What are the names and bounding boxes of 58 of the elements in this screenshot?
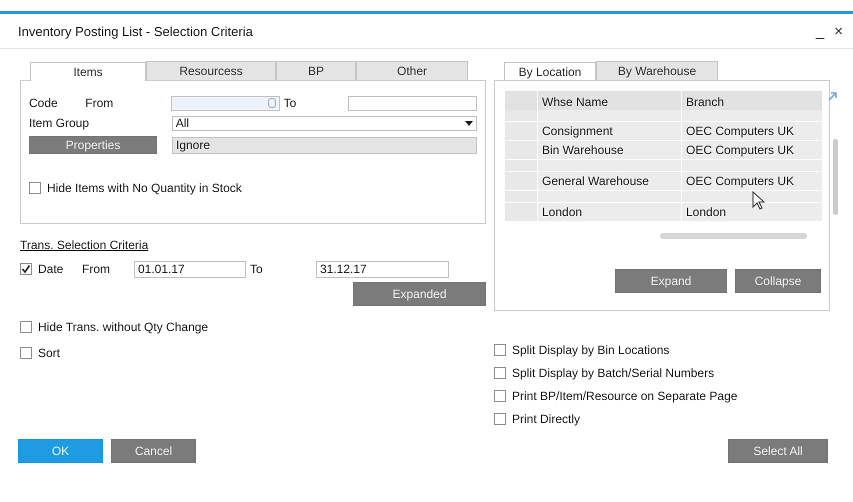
checkbox[interactable] bbox=[20, 321, 32, 333]
checkbox-label: Split Display by Batch/Serial Numbers bbox=[512, 366, 714, 380]
field-label: From bbox=[82, 262, 111, 276]
table-cell: London bbox=[682, 203, 822, 221]
select-all-button[interactable]: Select All bbox=[728, 439, 828, 463]
scrollbar[interactable] bbox=[833, 139, 838, 215]
table-cell: OEC Computers UK bbox=[682, 141, 822, 159]
tab[interactable]: By Warehouse bbox=[596, 61, 718, 80]
table-cell: OEC Computers UK bbox=[682, 122, 822, 140]
checkbox[interactable] bbox=[494, 390, 506, 402]
table-cell: Consignment bbox=[538, 122, 681, 140]
field-label: To bbox=[249, 262, 264, 276]
expand-arrow-icon[interactable] bbox=[827, 91, 838, 102]
checkbox-label: Sort bbox=[38, 346, 60, 360]
checkbox-label: Hide Trans. without Qty Change bbox=[38, 320, 208, 334]
tab[interactable]: Items bbox=[30, 62, 146, 81]
close-button[interactable]: × bbox=[834, 22, 843, 40]
field-label: Code bbox=[29, 96, 59, 110]
tab[interactable]: Other bbox=[356, 61, 468, 80]
tab[interactable]: By Location bbox=[504, 62, 596, 81]
input-field[interactable]: 31.12.17 bbox=[316, 260, 449, 278]
table-cell: OEC Computers UK bbox=[682, 172, 822, 190]
input-field[interactable] bbox=[170, 96, 280, 110]
checkbox-label: Split Display by Bin Locations bbox=[512, 343, 670, 357]
checkbox[interactable] bbox=[494, 344, 506, 356]
field-label: To bbox=[282, 96, 298, 110]
scrollbar[interactable] bbox=[660, 233, 807, 239]
window-title: Inventory Posting List - Selection Criteria bbox=[18, 24, 254, 38]
tab[interactable]: BP bbox=[276, 61, 356, 80]
section-heading: Trans. Selection Criteria bbox=[20, 238, 148, 252]
checkbox-label: Print Directly bbox=[512, 412, 580, 426]
minimize-button[interactable]: _ bbox=[816, 22, 824, 40]
field-label: Item Group bbox=[29, 116, 90, 130]
cursor-icon bbox=[752, 191, 765, 210]
checkbox[interactable] bbox=[20, 347, 32, 359]
checkbox-label: Date bbox=[38, 262, 64, 276]
checkbox-label: Hide Items with No Quantity in Stock bbox=[47, 181, 242, 195]
expand-button[interactable]: Expand bbox=[615, 269, 727, 293]
expanded-button[interactable]: Expanded bbox=[353, 282, 486, 306]
collapse-button[interactable]: Collapse bbox=[735, 269, 821, 293]
table-cell: London bbox=[538, 203, 681, 221]
table-cell bbox=[505, 110, 537, 121]
checkbox[interactable] bbox=[29, 182, 41, 194]
checkbox[interactable] bbox=[494, 367, 506, 379]
table-cell: General Warehouse bbox=[538, 172, 681, 190]
dropdown[interactable]: All bbox=[172, 116, 477, 130]
properties-button[interactable]: Properties bbox=[29, 136, 157, 154]
field-label: From bbox=[85, 96, 114, 110]
caret-icon bbox=[465, 120, 473, 126]
input-field[interactable]: 01.01.17 bbox=[134, 260, 246, 278]
input-field[interactable] bbox=[348, 96, 477, 110]
checkbox[interactable] bbox=[20, 263, 32, 275]
checkbox-label: Print BP/Item/Resource on Separate Page bbox=[512, 389, 738, 403]
checkbox[interactable] bbox=[494, 413, 506, 425]
input-field: Ignore bbox=[172, 136, 477, 154]
tab[interactable]: Resourcess bbox=[146, 61, 276, 80]
table-cell: Bin Warehouse bbox=[538, 141, 681, 159]
cancel-button[interactable]: Cancel bbox=[111, 439, 196, 463]
